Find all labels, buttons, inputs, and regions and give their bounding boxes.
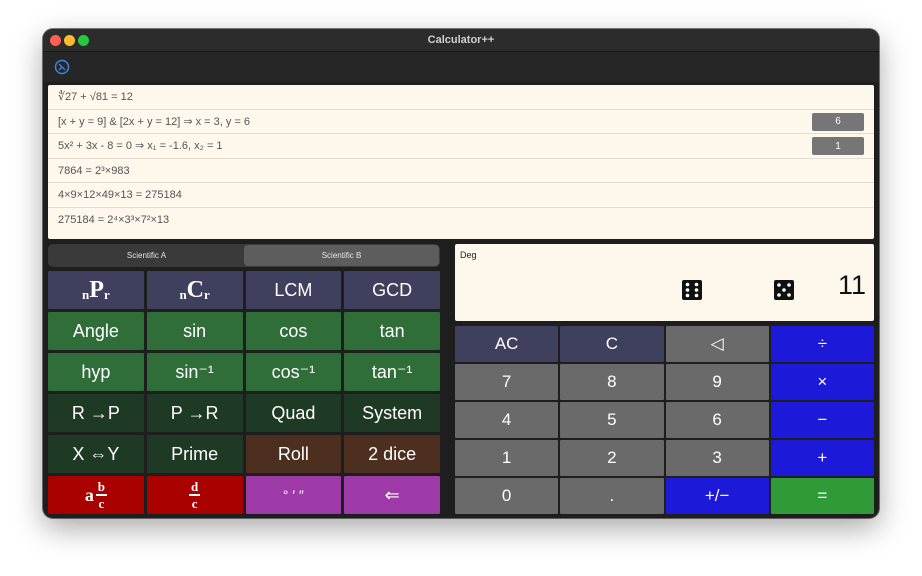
history-text: [x + y = 9] & [2x + y = 12] ⇒ x = 3, y =… [58,115,251,128]
history-text: 4×9×12×49×13 = 275184 [58,189,182,202]
lcm-button[interactable]: LCM [245,271,342,309]
quadratic-button[interactable]: Quad [245,394,342,432]
history-result-button[interactable]: 1 [812,137,864,156]
window-title: Calculator++ [427,34,495,46]
decimal-point-button[interactable]: . [560,478,664,514]
arcsin-button[interactable]: sin⁻¹ [146,353,243,391]
degrees-minutes-seconds-button[interactable]: ° ′ ″ [245,476,342,514]
app-window: Calculator++ ∜27 + √81 = 12 [x + y = 9] … [43,29,879,518]
scientific-keypad: nPr nCr LCM GCD Angle sin cos tan hyp si… [48,271,440,514]
digit-9-button[interactable]: 9 [665,364,769,400]
sin-button[interactable]: sin [146,312,243,350]
mode-tabs: Scientific A Scientific B [48,244,440,267]
hyp-button[interactable]: hyp [48,353,144,391]
clear-button[interactable]: C [560,326,664,362]
app-logo-icon[interactable] [54,59,70,75]
history-tape: ∜27 + √81 = 12 [x + y = 9] & [2x + y = 1… [48,85,874,239]
angle-button[interactable]: Angle [48,312,144,350]
polar-to-rect-button[interactable]: P →R [146,394,243,432]
npr-button[interactable]: nPr [48,271,144,309]
numeric-keypad: AC C ◁ ÷ 7 8 9 × 4 5 6 − 1 2 3 + 0 . +/−… [455,326,874,514]
history-text: 7864 = 2³×983 [58,164,130,177]
mixed-fraction-button[interactable]: a bc [48,476,144,514]
history-text: 275184 = 2⁴×3³×7²×13 [58,214,170,227]
plus-button[interactable]: + [770,440,874,476]
swap-xy-button[interactable]: X ⇔Y [48,435,144,473]
digit-4-button[interactable]: 4 [455,402,559,438]
ncr-button[interactable]: nCr [146,271,243,309]
dice-six-icon [682,280,702,300]
digit-7-button[interactable]: 7 [455,364,559,400]
history-row[interactable]: 7864 = 2³×983 [48,159,874,184]
gcd-button[interactable]: GCD [344,271,440,309]
cos-button[interactable]: cos [245,312,342,350]
tab-scientific-a[interactable]: Scientific A [49,245,244,266]
calculator-display: Deg 11 [455,244,874,321]
two-dice-button[interactable]: 2 dice [344,435,440,473]
minus-button[interactable]: − [770,402,874,438]
equals-button[interactable]: = [770,478,874,514]
roll-button[interactable]: Roll [245,435,342,473]
system-button[interactable]: System [344,394,440,432]
digit-2-button[interactable]: 2 [560,440,664,476]
digit-6-button[interactable]: 6 [665,402,769,438]
backspace-button[interactable]: ◁ [665,326,769,362]
prime-button[interactable]: Prime [146,435,243,473]
history-text: ∜27 + √81 = 12 [58,91,133,104]
arctan-button[interactable]: tan⁻¹ [344,353,440,391]
digit-0-button[interactable]: 0 [455,478,559,514]
tab-scientific-b[interactable]: Scientific B [244,245,439,266]
history-row[interactable]: 4×9×12×49×13 = 275184 [48,183,874,208]
all-clear-button[interactable]: AC [455,326,559,362]
history-row[interactable]: [x + y = 9] & [2x + y = 12] ⇒ x = 3, y =… [48,110,874,135]
digit-3-button[interactable]: 3 [665,440,769,476]
digit-8-button[interactable]: 8 [560,364,664,400]
digit-5-button[interactable]: 5 [560,402,664,438]
plus-minus-button[interactable]: +/− [665,478,769,514]
display-value: 11 [837,270,866,300]
multiply-button[interactable]: × [770,364,874,400]
arccos-button[interactable]: cos⁻¹ [245,353,342,391]
dice-five-icon [774,280,794,300]
history-row[interactable]: 5x² + 3x - 8 = 0 ⇒ x₁ = -1.6, x₂ = 1 1 [48,134,874,159]
history-result-button[interactable]: 6 [812,112,864,131]
history-row[interactable]: ∜27 + √81 = 12 [48,85,874,110]
divide-button[interactable]: ÷ [770,326,874,362]
history-row[interactable]: 275184 = 2⁴×3³×7²×13 [48,208,874,233]
tan-button[interactable]: tan [344,312,440,350]
history-text: 5x² + 3x - 8 = 0 ⇒ x₁ = -1.6, x₂ = 1 [58,140,223,153]
angle-mode-label: Deg [460,250,477,260]
rect-to-polar-button[interactable]: R →P [48,394,144,432]
digit-1-button[interactable]: 1 [455,440,559,476]
fraction-button[interactable]: dc [146,476,243,514]
toolbar [43,52,879,82]
title-bar: Calculator++ [43,29,879,52]
back-arrow-button[interactable]: ⇐ [344,476,440,514]
